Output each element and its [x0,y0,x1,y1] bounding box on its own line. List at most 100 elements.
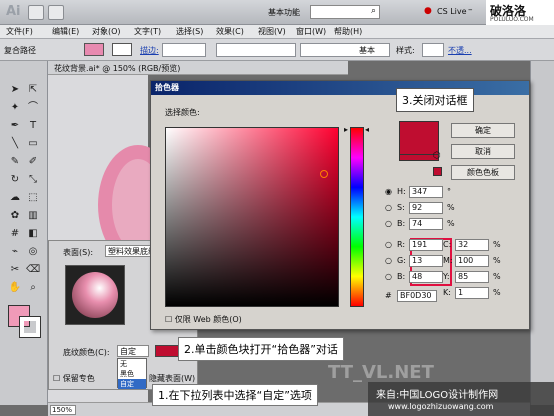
hex-field[interactable]: BF0D30 [397,290,437,302]
hue-slider[interactable] [350,127,364,307]
cmyk-field-0[interactable]: 32 [455,239,489,251]
cancel-button[interactable]: 取消 [451,144,515,159]
graphic-style-field[interactable] [422,43,444,57]
hsb-field-0[interactable]: 347 [409,186,443,198]
document-tab[interactable]: 花纹背景.ai* @ 150% (RGB/预览) [48,61,348,75]
magic-wand-icon[interactable]: ✦ [8,101,22,115]
lasso-icon[interactable]: ⌒ [26,101,40,115]
rgb-radio-1[interactable]: ○ [385,255,392,267]
rgb-label-0: R: [397,240,406,249]
variable-width-field[interactable] [216,43,296,57]
menu-item-4[interactable]: 选择(S) [176,26,203,37]
stroke-weight-field[interactable] [162,43,206,57]
stroke-link[interactable]: 描边: [140,45,159,56]
shade-option-none[interactable]: 无 [118,359,146,369]
rgb-radio-2[interactable]: ○ [385,271,392,283]
color-field-cursor[interactable] [320,170,328,178]
corner-brand-url: POLULUO.COM [490,16,534,23]
eraser-icon[interactable]: ⌫ [26,263,40,277]
ok-button[interactable]: 确定 [451,123,515,138]
stroke-color-box[interactable] [19,316,41,338]
zoom-tool-icon[interactable]: ⌕ [26,281,40,295]
color-field[interactable] [165,127,339,307]
bridge-button[interactable] [28,5,44,20]
slice-tool-icon[interactable]: ✂ [8,263,22,277]
brush-field[interactable]: 基本 [300,43,390,57]
cmyk-field-1[interactable]: 100 [455,255,489,267]
hidden-faces-checkbox[interactable]: 隐藏表面(W) [149,373,195,384]
rgb-label-2: B: [397,272,406,281]
zoom-field[interactable]: 150% [50,405,76,415]
menu-item-7[interactable]: 窗口(W) [296,26,326,37]
web-only-checkbox[interactable]: ☐ 仅限 Web 颜色(O) [165,314,242,326]
eyedropper-icon[interactable]: ⌁ [8,245,22,259]
corner-brand: 破洛洛 POLULUO.COM [486,0,554,25]
shade-option-custom[interactable]: 自定 [118,379,146,389]
rgb-field-2[interactable]: 48 [409,271,443,283]
gradient-tool-icon[interactable]: ◧ [26,227,40,241]
cmyk-label-3: K: [443,288,451,297]
rgb-field-1[interactable]: 13 [409,255,443,267]
menu-item-1[interactable]: 编辑(E) [52,26,79,37]
watermark: 来自:中国LOGO设计制作网 www.logozhizuowang.com [368,382,554,416]
warp-tool-icon[interactable]: ☁ [8,191,22,205]
mesh-tool-icon[interactable]: # [8,227,22,241]
scale-tool-icon[interactable]: ⤡ [26,173,40,187]
menu-item-6[interactable]: 视图(V) [258,26,286,37]
watermark-line-2: www.logozhizuowang.com [388,402,494,411]
stroke-swatch[interactable] [112,43,132,56]
minimize-icon[interactable]: – [468,5,473,15]
cs-live-label[interactable]: CS Live [437,7,467,16]
web-color-swatch[interactable] [433,167,442,176]
graph-tool-icon[interactable]: ▥ [26,209,40,223]
fill-swatch[interactable] [84,43,104,56]
menu-item-3[interactable]: 文字(T) [134,26,161,37]
tools-panel: ➤ ⇱ ✦ ⌒ ✒ T ╲ ▭ ✎ ✐ ↻ ⤡ ☁ ⬚ ✿ ▥ # ◧ ⌁ ◎ … [0,61,48,405]
hsb-radio-2[interactable]: ○ [385,218,392,230]
rotate-tool-icon[interactable]: ↻ [8,173,22,187]
symbol-sprayer-icon[interactable]: ✿ [8,209,22,223]
color-picker-dialog: 拾色器 选择颜色: ▸ ◂ ⬡ 确定 取消 颜色色板 # BF0D30 ☐ 仅限… [150,80,530,330]
menu-item-2[interactable]: 对象(O) [92,26,121,37]
style-label: 样式: [396,46,415,55]
hand-tool-icon[interactable]: ✋ [8,281,22,295]
cmyk-field-3[interactable]: 1 [455,287,489,299]
arrange-button[interactable] [48,5,64,20]
blend-tool-icon[interactable]: ◎ [26,245,40,259]
menu-item-0[interactable]: 文件(F) [6,26,33,37]
selection-tool-icon[interactable]: ➤ [8,83,22,97]
type-tool-icon[interactable]: T [26,119,40,133]
lighting-preview[interactable] [65,265,125,325]
brush-tool-icon[interactable]: ✎ [8,155,22,169]
gamut-cube-icon[interactable]: ⬡ [433,151,441,161]
hue-slider-arrow-right[interactable]: ◂ [365,125,369,134]
opacity-link[interactable]: 不透... [448,45,472,56]
direct-selection-icon[interactable]: ⇱ [26,83,40,97]
rgb-radio-0[interactable]: ○ [385,239,392,251]
pencil-tool-icon[interactable]: ✐ [26,155,40,169]
shade-option-black[interactable]: 黑色 [118,369,146,379]
line-tool-icon[interactable]: ╲ [8,137,22,151]
cmyk-field-2[interactable]: 85 [455,271,489,283]
rectangle-tool-icon[interactable]: ▭ [26,137,40,151]
pen-tool-icon[interactable]: ✒ [8,119,22,133]
free-transform-icon[interactable]: ⬚ [26,191,40,205]
search-icon: ⌕ [370,6,376,16]
hue-slider-arrow-left[interactable]: ▸ [344,125,348,134]
background-watermark: TT_VL.NET [328,362,434,383]
hsb-unit-1: % [447,203,455,212]
workspace-switcher[interactable]: 基本功能 [268,7,300,18]
shade-color-select[interactable]: 自定 [117,345,149,357]
hsb-radio-0[interactable]: ◉ [385,186,392,198]
menu-item-5[interactable]: 效果(C) [216,26,244,37]
shade-dropdown-list: 无 黑色 自定 [117,358,147,389]
hex-label: # [385,291,392,300]
hsb-field-1[interactable]: 92 [409,202,443,214]
rgb-field-0[interactable]: 191 [409,239,443,251]
hsb-field-2[interactable]: 74 [409,218,443,230]
menu-item-8[interactable]: 帮助(H) [334,26,362,37]
search-input[interactable]: ⌕ [310,5,380,19]
color-swatches-button[interactable]: 颜色色板 [451,165,515,180]
hsb-radio-1[interactable]: ○ [385,202,392,214]
preserve-spot-checkbox[interactable]: ☐ 保留专色 [53,373,95,384]
